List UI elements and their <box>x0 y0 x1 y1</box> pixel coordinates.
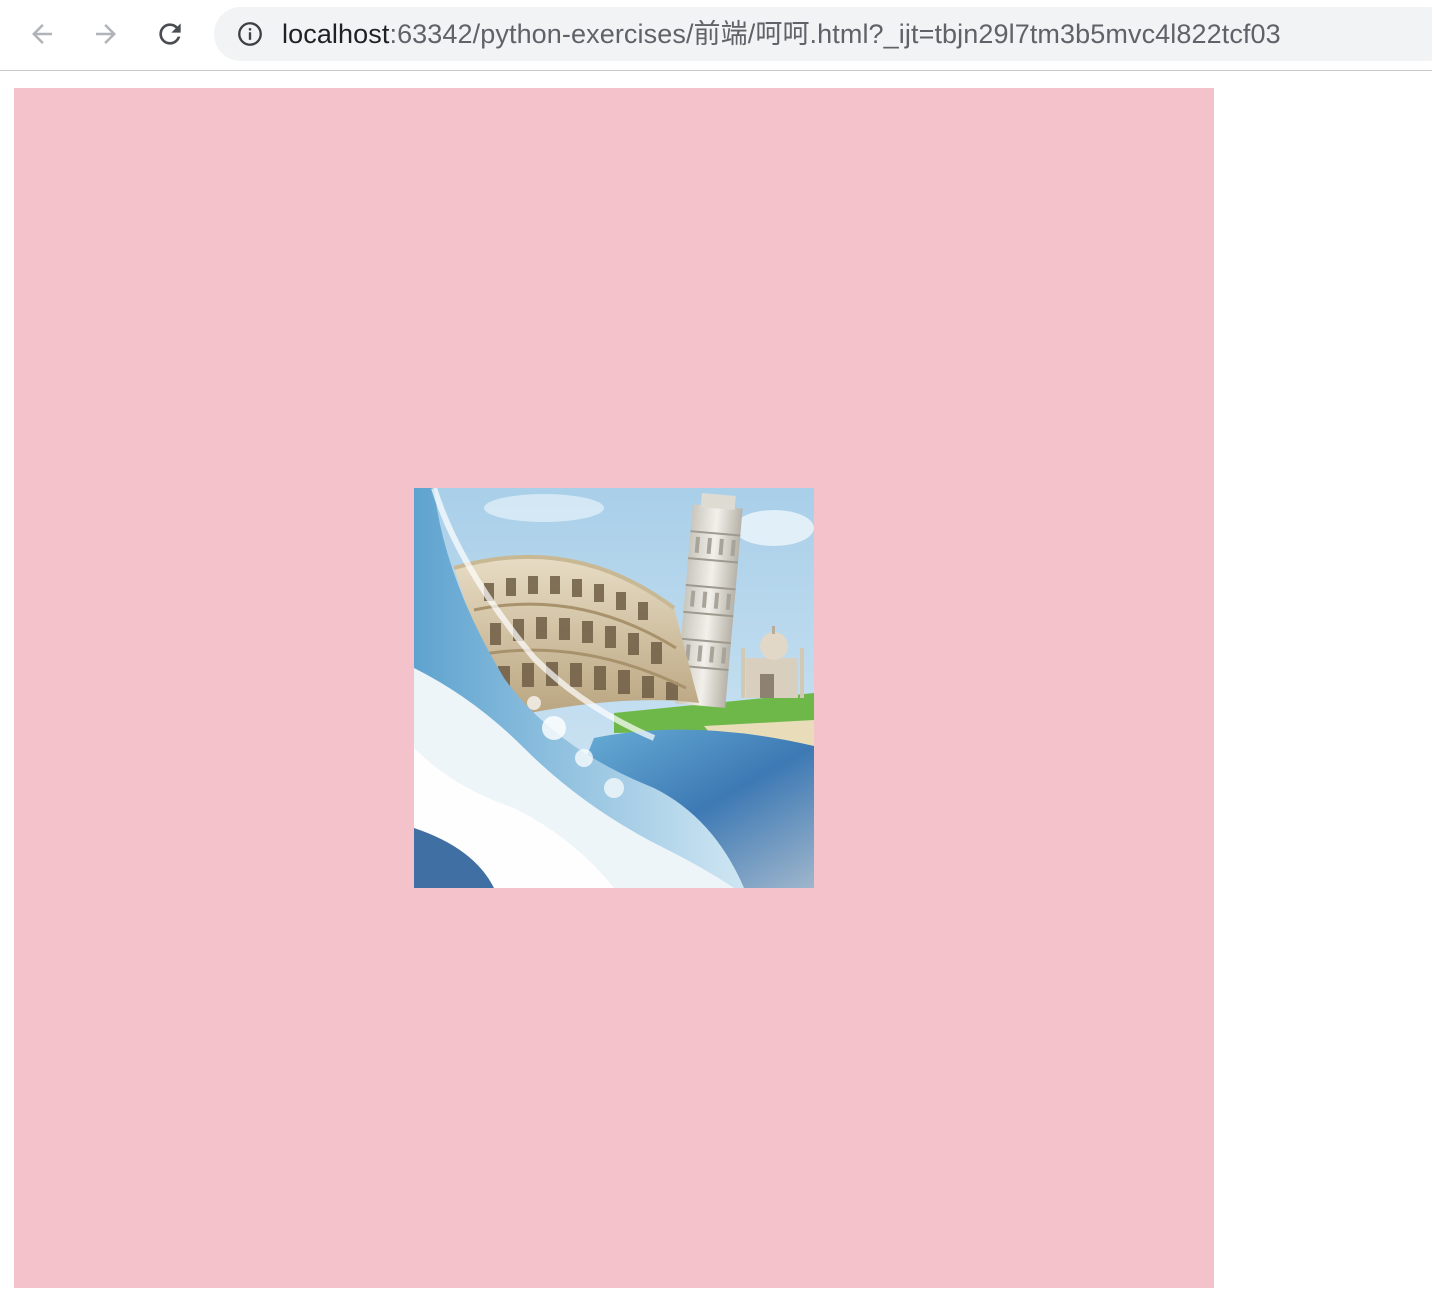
url-text[interactable]: localhost:63342/python-exercises/前端/呵呵.h… <box>282 7 1281 61</box>
info-icon[interactable] <box>236 20 264 48</box>
back-button[interactable] <box>22 14 62 54</box>
arrow-left-icon <box>32 24 52 44</box>
address-bar[interactable]: localhost:63342/python-exercises/前端/呵呵.h… <box>214 7 1432 61</box>
browser-toolbar: localhost:63342/python-exercises/前端/呵呵.h… <box>0 0 1432 71</box>
reload-button[interactable] <box>150 14 190 54</box>
pink-box <box>14 88 1214 1288</box>
forward-button[interactable] <box>86 14 126 54</box>
url-path: :63342/python-exercises/前端/呵呵.html?_ijt=… <box>389 19 1281 49</box>
reload-icon <box>159 23 181 45</box>
arrow-right-icon <box>96 24 116 44</box>
url-host: localhost <box>282 19 390 49</box>
landmarks-image <box>414 488 814 888</box>
landmarks-collage-graphic <box>414 488 814 888</box>
